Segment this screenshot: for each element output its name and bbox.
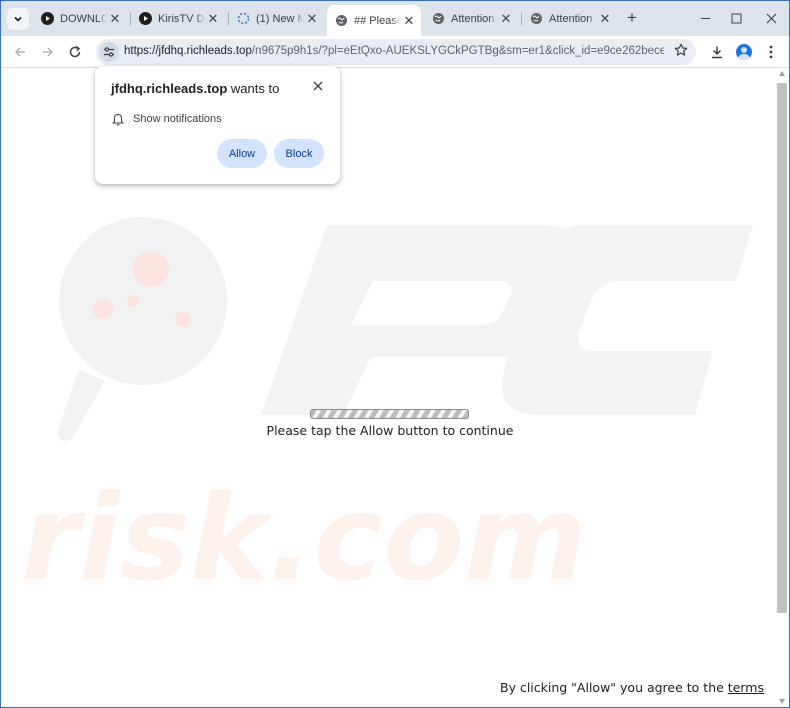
tab-close-icon[interactable]: ✕ (597, 11, 613, 27)
address-bar[interactable]: https://jfdhq.richleads.top/n9675p9h1s/?… (96, 39, 696, 65)
maximize-icon[interactable] (726, 9, 746, 27)
instruction-text: Please tap the Allow button to continue (266, 423, 514, 438)
tab-attention-1[interactable]: Attention ✕ (424, 5, 518, 32)
scroll-up-arrow-icon[interactable] (779, 71, 785, 76)
new-tab-plus-icon[interactable]: + (623, 8, 641, 27)
block-button[interactable]: Block (274, 139, 324, 168)
globe-icon (530, 12, 543, 25)
notification-permission-popup: jfdhq.richleads.top wants to Show notifi… (95, 66, 340, 184)
globe-icon (335, 14, 348, 27)
avatar (736, 44, 752, 60)
popup-close-icon[interactable] (310, 78, 326, 94)
tab-title: Attention (451, 12, 495, 25)
reload-icon[interactable] (64, 41, 86, 63)
permission-wants-to: wants to (230, 81, 280, 96)
footer-prefix: By clicking "Allow" you agree to the (500, 680, 728, 695)
permission-row: Show notifications (111, 112, 222, 126)
permission-title: jfdhq.richleads.top wants to (111, 81, 279, 96)
site-settings-icon[interactable] (99, 42, 119, 62)
url-text[interactable]: https://jfdhq.richleads.top/n9675p9h1s/?… (124, 45, 664, 57)
footer-terms-note: By clicking "Allow" you agree to the ter… (500, 680, 764, 695)
tab-close-icon[interactable]: ✕ (401, 13, 417, 29)
tab-title: (1) New M (256, 12, 304, 25)
tab-new-message[interactable]: (1) New M ✕ (229, 5, 324, 32)
tab-strip: DOWNLOAD ✕ KirisTV Do ✕ (1) New M ✕ ## P… (1, 1, 789, 36)
tab-close-icon[interactable]: ✕ (205, 11, 221, 27)
minimize-icon[interactable] (695, 9, 715, 27)
url-path: /n9675p9h1s/?pl=eEtQxo-AUEKSLYGCkPGTBg&s… (251, 45, 664, 57)
tab-title: Attention (549, 12, 593, 25)
tab-download[interactable]: DOWNLOAD ✕ (33, 5, 127, 32)
tab-close-icon[interactable]: ✕ (304, 11, 320, 27)
vertical-scrollbar[interactable] (777, 83, 787, 613)
forward-arrow-icon[interactable] (37, 41, 59, 63)
chevron-down-icon (14, 16, 22, 22)
bookmark-star-icon[interactable] (674, 43, 688, 61)
scroll-down-arrow-icon[interactable] (779, 699, 785, 704)
terms-link[interactable]: terms (728, 680, 764, 695)
allow-button[interactable]: Allow (217, 139, 267, 168)
permission-site: jfdhq.richleads.top (111, 81, 228, 96)
tab-title: KirisTV Do (158, 12, 205, 25)
bell-icon (111, 112, 125, 126)
tab-title: ## Please (354, 14, 401, 27)
tab-close-icon[interactable]: ✕ (498, 11, 514, 27)
loading-progress-bar (310, 409, 469, 419)
window-close-icon[interactable] (761, 9, 781, 27)
profile-avatar-icon[interactable] (733, 41, 755, 63)
tab-attention-2[interactable]: Attention ✕ (522, 5, 617, 32)
url-host: https://jfdhq.richleads.top (124, 45, 252, 57)
tab-close-icon[interactable]: ✕ (107, 11, 123, 27)
youtube-icon (139, 12, 152, 25)
tab-title: DOWNLOAD (60, 12, 107, 25)
browser-toolbar: https://jfdhq.richleads.top/n9675p9h1s/?… (1, 36, 789, 68)
browser-window: DOWNLOAD ✕ KirisTV Do ✕ (1) New M ✕ ## P… (0, 0, 790, 708)
loading-spinner-icon (237, 12, 250, 25)
globe-icon (432, 12, 445, 25)
youtube-icon (41, 12, 54, 25)
download-icon[interactable] (706, 41, 728, 63)
svg-text:risk.com: risk.com (21, 469, 587, 607)
tab-please[interactable]: ## Please ✕ (327, 5, 421, 36)
permission-label: Show notifications (133, 113, 222, 125)
tab-kiristv[interactable]: KirisTV Do ✕ (131, 5, 225, 32)
more-menu-icon[interactable] (760, 41, 782, 63)
back-arrow-icon[interactable] (9, 41, 31, 63)
tab-search-button[interactable] (7, 8, 29, 30)
